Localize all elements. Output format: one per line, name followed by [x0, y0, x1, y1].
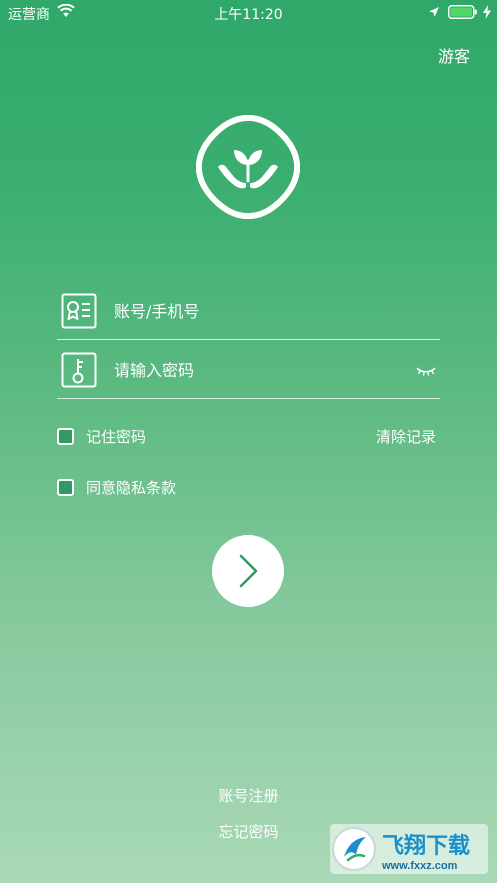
status-time: 上午11:20 [214, 7, 283, 23]
watermark-title: 飞翔下载 [382, 833, 470, 858]
charging-bolt-icon [483, 5, 491, 19]
eye-closed-icon[interactable] [416, 363, 436, 377]
id-card-icon [61, 293, 97, 329]
battery-full-icon [448, 5, 477, 19]
agree-privacy-checkbox[interactable]: 同意隐私条款 [57, 477, 176, 497]
sprout-in-hands-logo [196, 115, 300, 219]
watermark-url: www.fxxz.com [381, 860, 458, 872]
status-bar: 运营商 上午11:20 [0, 0, 497, 26]
login-submit-button[interactable] [212, 535, 284, 607]
remember-password-label: 记住密码 [86, 427, 147, 446]
account-field-row [57, 283, 440, 340]
chevron-right-icon [239, 554, 258, 588]
location-arrow-icon [429, 7, 439, 17]
clear-records-link[interactable]: 清除记录 [376, 426, 436, 447]
account-input[interactable] [114, 299, 414, 323]
password-input[interactable] [114, 358, 414, 382]
remember-password-checkbox[interactable]: 记住密码 [57, 426, 146, 446]
watermark-logo-icon: 飞翔下载 www.fxxz.com [332, 827, 470, 872]
agree-privacy-label: 同意隐私条款 [86, 478, 177, 497]
remember-checkbox-box[interactable] [57, 427, 74, 445]
key-icon [61, 352, 97, 388]
register-account-link[interactable]: 账号注册 [0, 785, 497, 806]
site-watermark: 飞翔下载 www.fxxz.com [330, 824, 488, 874]
guest-login-link[interactable]: 游客 [438, 43, 470, 67]
privacy-checkbox-box[interactable] [57, 478, 74, 496]
password-field-row [57, 342, 440, 399]
